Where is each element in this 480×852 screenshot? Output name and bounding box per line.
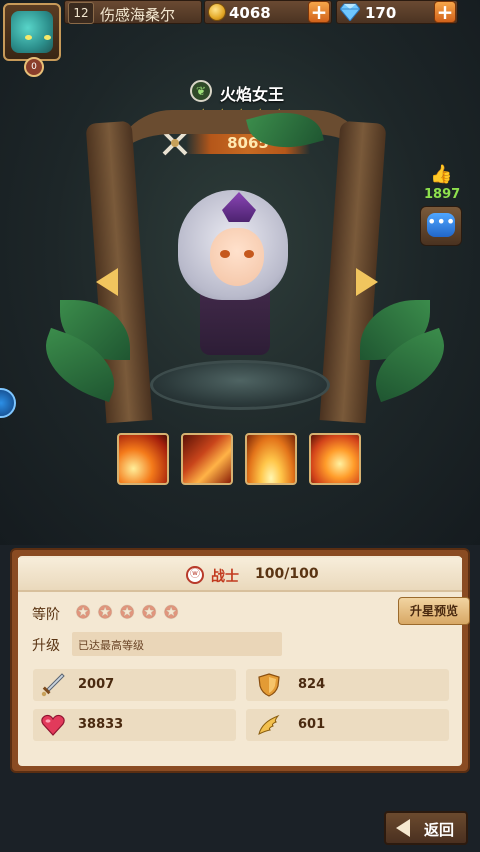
back-arrow-icon [396, 819, 410, 837]
avatar-badge: 0 [24, 57, 44, 77]
hero-eye [244, 250, 254, 258]
rank-star-icon: ✪ [164, 603, 179, 623]
class-name: 战士 [211, 569, 239, 585]
player-avatar[interactable] [3, 3, 61, 61]
rank-star-icon: ✪ [98, 603, 113, 623]
back-label: 返回 [424, 821, 455, 839]
star-upgrade-preview-button[interactable]: 升星预览 [398, 597, 470, 625]
attack-value: 2007 [78, 677, 115, 692]
warrior-class-icon: ⓦ [186, 566, 204, 584]
coin-count: 4068 [229, 4, 271, 22]
wing-icon [258, 714, 280, 735]
add-gems-button[interactable]: + [434, 1, 456, 23]
previous-hero-arrow-icon[interactable] [96, 268, 118, 296]
hp-value: 38833 [78, 717, 124, 732]
gem-count: 170 [365, 4, 397, 22]
chat-bubble-icon: ••• [427, 213, 455, 237]
rank-star-icon: ✪ [142, 603, 157, 623]
gold-coin-icon [208, 3, 226, 21]
player-name: 伤感海桑尔 [100, 6, 176, 24]
player-level: 12 [68, 2, 94, 24]
next-hero-arrow-icon[interactable] [356, 268, 378, 296]
fire-dragon-skill-icon[interactable] [181, 433, 233, 485]
rank-star-icon: ✪ [76, 603, 91, 623]
top-status-bar: 12 伤感海桑尔 4068 + 170 + [0, 0, 480, 28]
fireball-skill-icon[interactable] [117, 433, 169, 485]
back-button[interactable]: 返回 [384, 811, 468, 845]
hero-pedestal [150, 360, 330, 410]
sword-icon [41, 673, 65, 697]
fire-pillar-skill-icon[interactable] [245, 433, 297, 485]
rank-star-icon: ✪ [120, 603, 135, 623]
flame-burst-skill-icon[interactable] [309, 433, 361, 485]
comment-button[interactable]: ••• [420, 206, 462, 246]
add-coins-button[interactable]: + [308, 1, 330, 23]
class-progress: 100/100 [255, 566, 319, 582]
level-status-text: 已达最高等级 [78, 639, 144, 652]
leaf-element-icon: ❦ [190, 80, 212, 102]
hero-name: 火焰女王 [220, 85, 285, 104]
hero-face [210, 228, 264, 286]
hero-eye [220, 250, 230, 258]
heart-icon [41, 714, 65, 736]
diamond-gem-icon [340, 3, 360, 21]
class-header [18, 558, 462, 592]
speed-value: 601 [298, 717, 326, 732]
like-count: 1897 [424, 187, 461, 202]
thumbs-up-icon[interactable]: 👍 [430, 164, 452, 185]
level-label: 升级 [32, 638, 60, 654]
wooden-arch [112, 110, 372, 170]
shield-icon [258, 673, 280, 697]
rank-label: 等阶 [32, 607, 60, 623]
dragon-avatar-icon [11, 11, 53, 53]
defense-value: 824 [298, 677, 326, 692]
